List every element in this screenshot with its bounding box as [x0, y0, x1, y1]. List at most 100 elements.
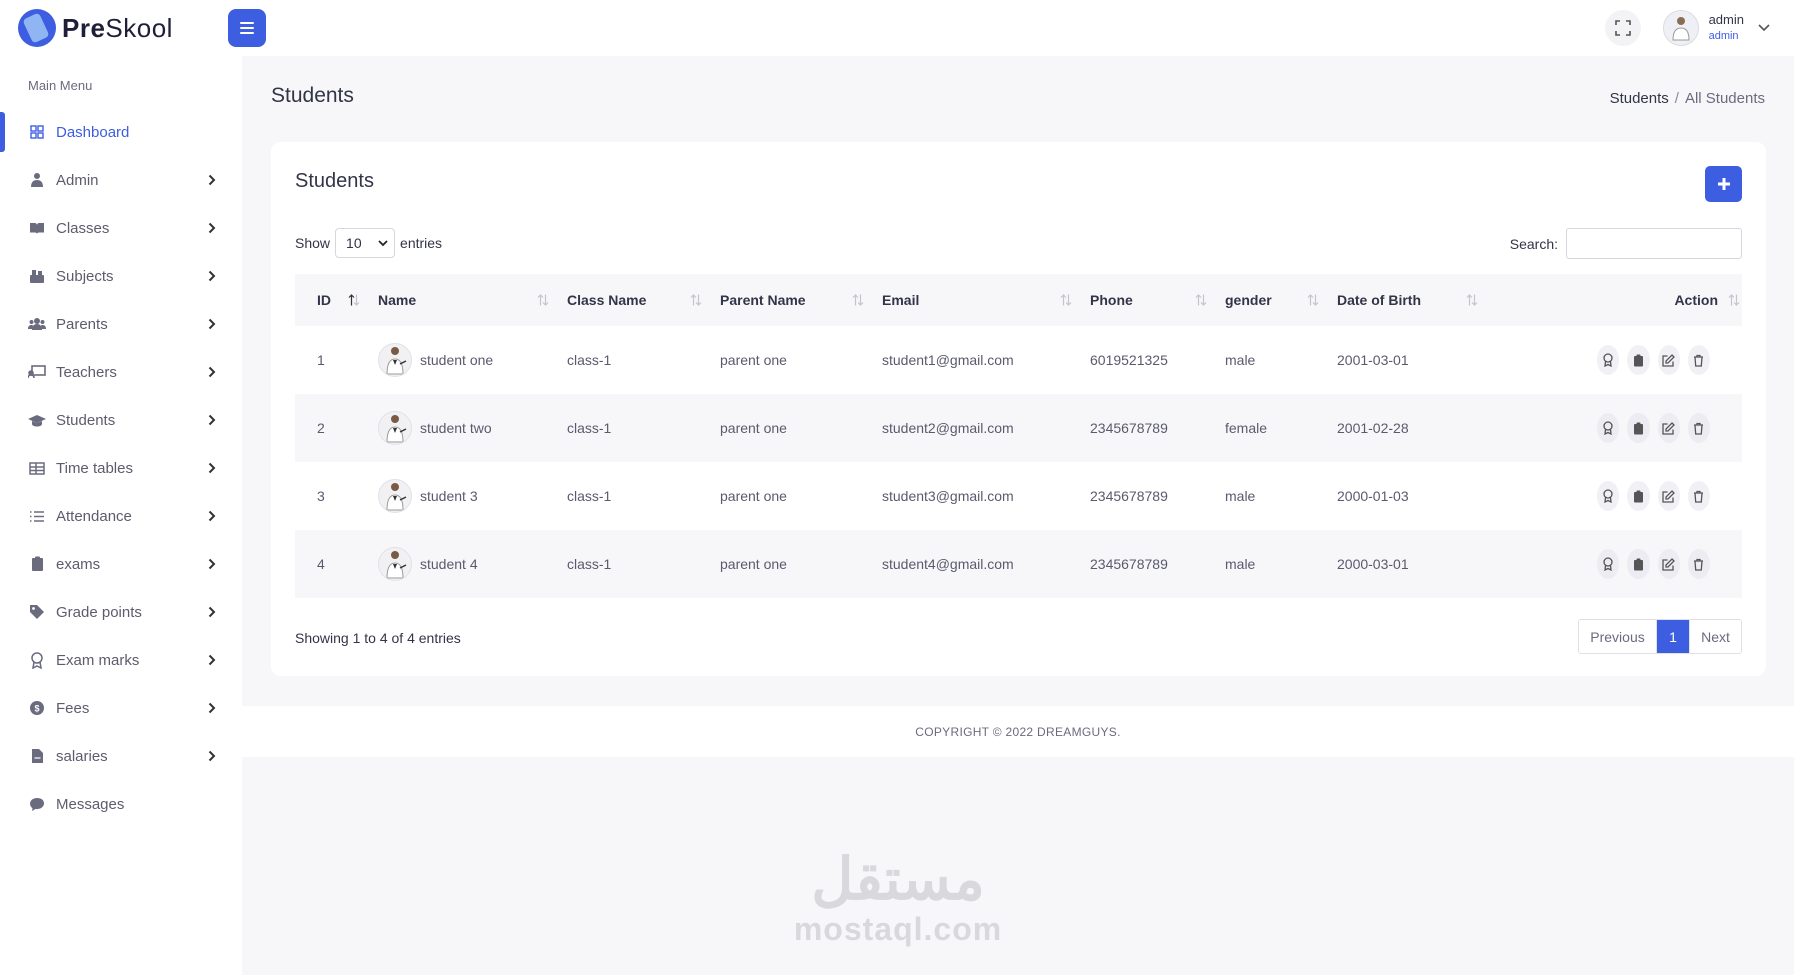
edit-button[interactable] — [1657, 549, 1680, 579]
student-name-link[interactable]: student 4 — [420, 556, 478, 572]
user-avatar[interactable] — [1662, 10, 1699, 46]
user-info[interactable]: admin admin — [1709, 12, 1744, 43]
sidebar-item-time-tables[interactable]: Time tables — [0, 444, 242, 492]
edit-icon — [1662, 557, 1676, 571]
fullscreen-button[interactable] — [1604, 10, 1641, 46]
dashboard-icon — [28, 123, 46, 141]
chevron-right-icon — [208, 605, 216, 622]
sidebar-item-exam-marks[interactable]: Exam marks — [0, 636, 242, 684]
footer: COPYRIGHT © 2022 DREAMGUYS. — [242, 706, 1794, 757]
edit-button[interactable] — [1657, 345, 1680, 375]
sidebar-item-messages[interactable]: Messages — [0, 780, 242, 828]
logo-text: PreSkool — [62, 12, 173, 43]
chevron-right-icon — [208, 269, 216, 286]
view-award-button[interactable] — [1597, 481, 1620, 511]
trash-icon — [1693, 558, 1704, 571]
delete-button[interactable] — [1687, 481, 1710, 511]
cell-email: student4@gmail.com — [882, 556, 1014, 572]
column-header-action[interactable]: Action — [1486, 274, 1742, 326]
column-header-date-of-birth[interactable]: Date of Birth — [1327, 274, 1486, 326]
page-1-button[interactable]: 1 — [1657, 620, 1689, 653]
cell-class: class-1 — [567, 488, 612, 504]
logo-mark-icon — [18, 9, 56, 47]
column-header-label: gender — [1225, 292, 1272, 308]
student-name-link[interactable]: student two — [420, 420, 492, 436]
top-header: PreSkool admin admin — [0, 0, 1794, 56]
view-details-button[interactable] — [1627, 481, 1650, 511]
student-avatar[interactable] — [378, 479, 412, 513]
table-row[interactable]: 2 student two class-1 parent one student2@gm… — [295, 394, 1742, 462]
column-header-label: Action — [1674, 292, 1718, 308]
sidebar-item-classes[interactable]: Classes — [0, 204, 242, 252]
table-row[interactable]: 3 student 3 class-1 parent one student3@gmai… — [295, 462, 1742, 530]
next-page-button[interactable]: Next — [1689, 620, 1741, 653]
previous-page-button[interactable]: Previous — [1579, 620, 1657, 653]
sidebar-item-label: Students — [56, 411, 116, 429]
edit-icon — [1662, 421, 1676, 435]
column-header-class-name[interactable]: Class Name — [557, 274, 710, 326]
table-row[interactable]: 1 student one class-1 parent one student1@gm… — [295, 326, 1742, 394]
student-avatar[interactable] — [378, 547, 412, 581]
view-details-button[interactable] — [1627, 413, 1650, 443]
delete-button[interactable] — [1687, 345, 1710, 375]
column-header-email[interactable]: Email — [872, 274, 1080, 326]
breadcrumb-current: All Students — [1684, 90, 1765, 107]
view-award-button[interactable] — [1597, 345, 1620, 375]
view-details-button[interactable] — [1627, 345, 1650, 375]
watermark-latin: mostaql.com — [793, 911, 1003, 947]
chevron-down-icon[interactable] — [1758, 24, 1770, 32]
award-icon — [1602, 353, 1614, 367]
cell-parent: parent one — [720, 420, 787, 436]
sidebar-item-students[interactable]: Students — [0, 396, 242, 444]
sort-icon — [1728, 294, 1740, 307]
delete-button[interactable] — [1687, 413, 1710, 443]
menu-toggle-button[interactable] — [227, 9, 266, 47]
edit-button[interactable] — [1657, 413, 1680, 443]
column-header-name[interactable]: Name — [368, 274, 557, 326]
column-header-phone[interactable]: Phone — [1080, 274, 1215, 326]
sidebar-item-fees[interactable]: $ Fees — [0, 684, 242, 732]
add-student-button[interactable] — [1705, 166, 1742, 202]
student-name-link[interactable]: student 3 — [420, 488, 478, 504]
student-avatar[interactable] — [378, 343, 412, 377]
breadcrumb-parent[interactable]: Students — [1610, 90, 1669, 107]
column-header-label: Parent Name — [720, 292, 806, 308]
sort-icon — [852, 294, 864, 307]
view-award-button[interactable] — [1597, 413, 1620, 443]
column-header-id[interactable]: ID — [295, 274, 368, 326]
column-header-gender[interactable]: gender — [1215, 274, 1327, 326]
sidebar-item-subjects[interactable]: Subjects — [0, 252, 242, 300]
chevron-right-icon — [208, 749, 216, 766]
view-award-button[interactable] — [1597, 549, 1620, 579]
clipboard-icon — [1633, 422, 1644, 435]
award-icon — [1602, 421, 1614, 435]
edit-button[interactable] — [1657, 481, 1680, 511]
breadcrumb: Students / All Students — [1610, 90, 1765, 107]
search-input[interactable] — [1566, 228, 1742, 259]
sidebar-item-attendance[interactable]: Attendance — [0, 492, 242, 540]
trash-icon — [1693, 354, 1704, 367]
sidebar-item-parents[interactable]: Parents — [0, 300, 242, 348]
column-header-label: Date of Birth — [1337, 292, 1421, 308]
student-avatar[interactable] — [378, 411, 412, 445]
sidebar-item-salaries[interactable]: salaries — [0, 732, 242, 780]
delete-button[interactable] — [1687, 549, 1710, 579]
sidebar-item-exams[interactable]: exams — [0, 540, 242, 588]
sidebar-item-dashboard[interactable]: Dashboard — [0, 108, 242, 156]
file-invoice-icon — [28, 747, 46, 765]
column-header-parent-name[interactable]: Parent Name — [710, 274, 872, 326]
plus-icon — [1717, 178, 1730, 190]
sidebar-item-label: Time tables — [56, 459, 133, 477]
sidebar-item-admin[interactable]: Admin — [0, 156, 242, 204]
view-details-button[interactable] — [1627, 549, 1650, 579]
sidebar-item-teachers[interactable]: Teachers — [0, 348, 242, 396]
entries-select[interactable]: 10 — [335, 228, 396, 258]
sidebar-item-label: Parents — [56, 315, 108, 333]
chevron-right-icon — [208, 317, 216, 334]
sidebar-item-grade-points[interactable]: Grade points — [0, 588, 242, 636]
list-icon — [28, 507, 46, 525]
cell-gender: female — [1225, 420, 1268, 436]
table-row[interactable]: 4 student 4 class-1 parent one student4@gmai… — [295, 530, 1742, 598]
student-name-link[interactable]: student one — [420, 352, 493, 368]
logo[interactable]: PreSkool — [18, 9, 173, 47]
